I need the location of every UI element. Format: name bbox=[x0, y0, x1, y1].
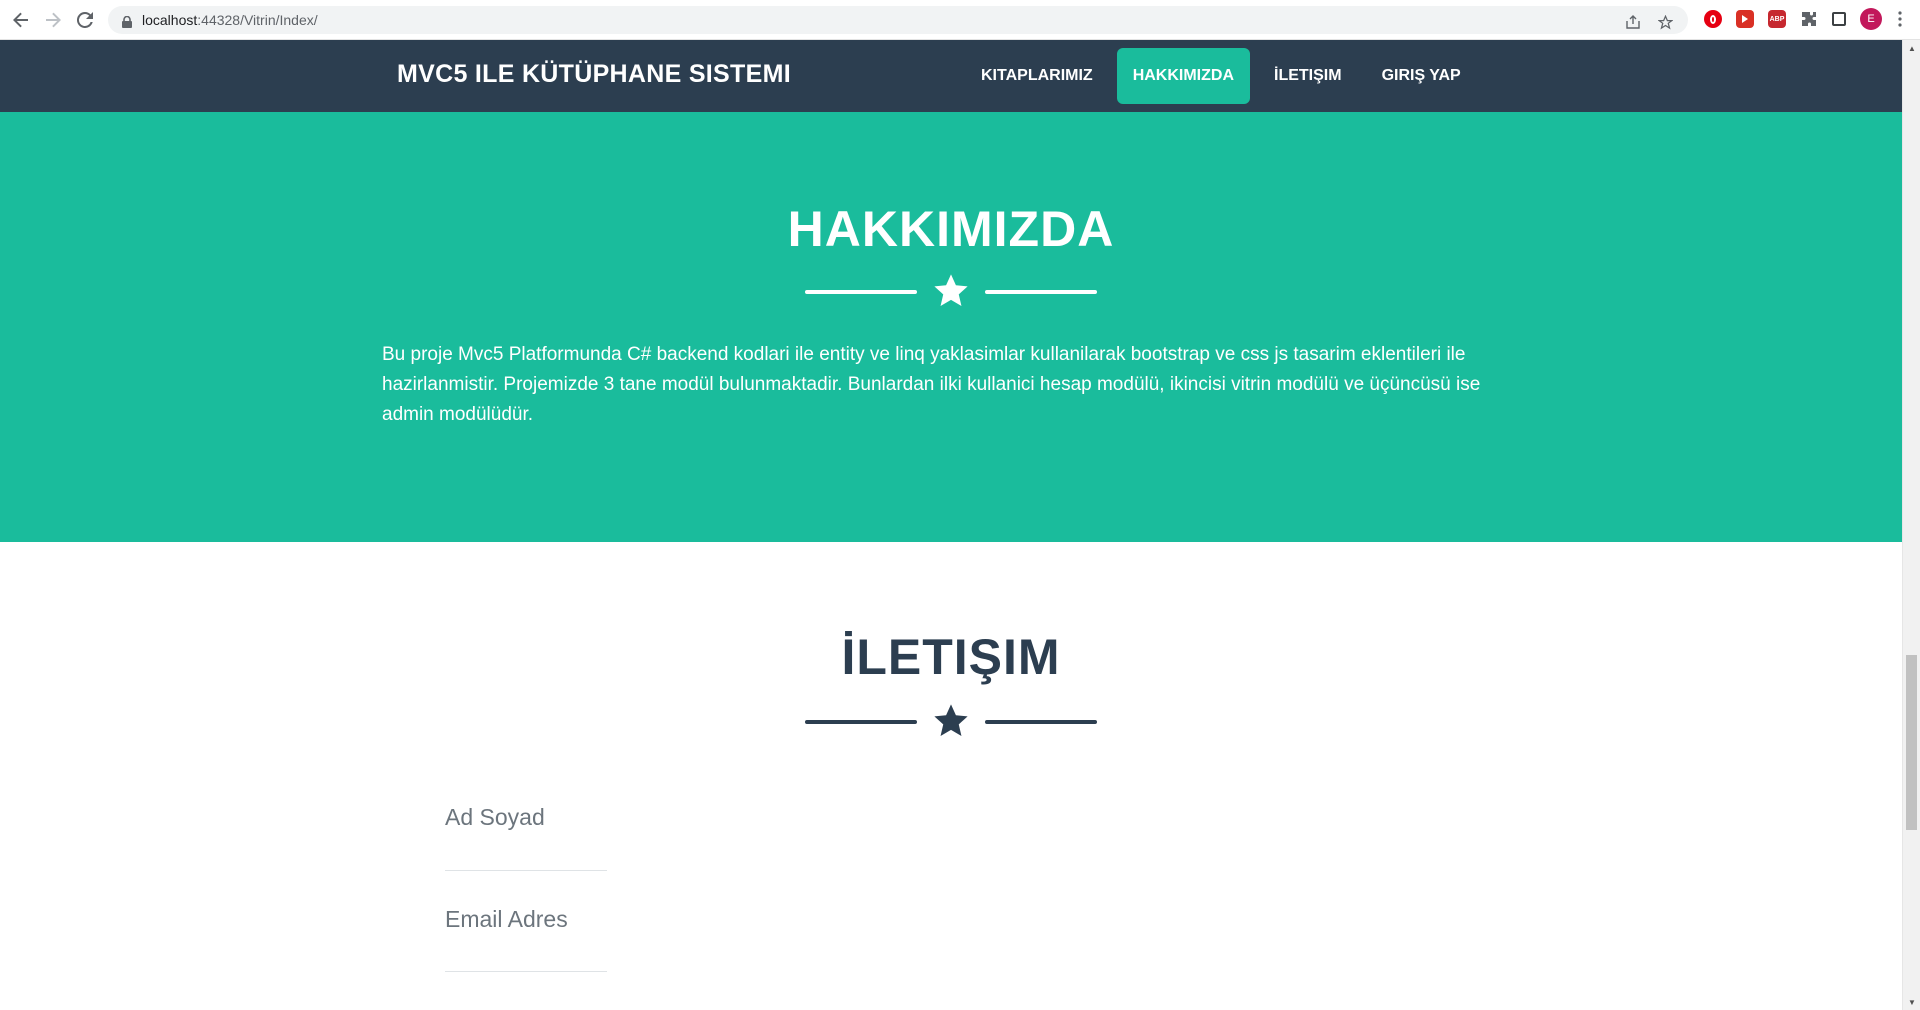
email-field-group bbox=[445, 906, 607, 972]
share-icon[interactable] bbox=[1622, 11, 1644, 33]
divider-line bbox=[805, 720, 917, 724]
divider-line bbox=[985, 720, 1097, 724]
name-field-group bbox=[445, 804, 607, 871]
about-title: HAKKIMIZDA bbox=[787, 201, 1115, 257]
url-host: localhost bbox=[142, 12, 198, 28]
forward-icon[interactable] bbox=[37, 4, 69, 36]
nav-item-kitaplarimiz[interactable]: KITAPLARIMIZ bbox=[965, 48, 1109, 104]
star-icon bbox=[932, 702, 970, 740]
contact-section: İLETIŞIM bbox=[0, 542, 1902, 1010]
scrollbar-thumb[interactable] bbox=[1906, 655, 1917, 830]
adblock-extension-icon[interactable]: ABP bbox=[1768, 10, 1786, 28]
side-panel-icon[interactable] bbox=[1832, 12, 1846, 26]
page-scrollbar[interactable]: ▲ ▼ bbox=[1902, 40, 1920, 1010]
back-icon[interactable] bbox=[5, 4, 37, 36]
name-input[interactable] bbox=[445, 804, 607, 831]
star-icon bbox=[932, 272, 970, 310]
opera-extension-icon[interactable] bbox=[1704, 10, 1722, 28]
address-bar[interactable]: localhost:44328/Vitrin/Index/ bbox=[108, 6, 1688, 34]
profile-avatar[interactable]: E bbox=[1860, 8, 1882, 30]
scroll-down-icon[interactable]: ▼ bbox=[1903, 994, 1920, 1010]
divider-line bbox=[985, 290, 1097, 294]
url-text: localhost:44328/Vitrin/Index/ bbox=[142, 12, 318, 28]
nav-item-iletisim[interactable]: İLETIŞIM bbox=[1258, 48, 1358, 104]
contact-divider bbox=[805, 702, 1097, 742]
reload-icon[interactable] bbox=[69, 4, 101, 36]
extensions-puzzle-icon[interactable] bbox=[1800, 10, 1818, 28]
browser-toolbar: localhost:44328/Vitrin/Index/ ABP E bbox=[0, 0, 1920, 40]
menu-dots-icon[interactable] bbox=[1896, 10, 1904, 28]
contact-title: İLETIŞIM bbox=[841, 629, 1061, 685]
site-navbar: MVC5 ILE KÜTÜPHANE SISTEMI KITAPLARIMIZ … bbox=[0, 40, 1902, 112]
about-divider bbox=[805, 272, 1097, 312]
star-icon[interactable] bbox=[1654, 11, 1676, 33]
about-description: Bu proje Mvc5 Platformunda C# backend ko… bbox=[382, 344, 1481, 425]
record-extension-icon[interactable] bbox=[1736, 10, 1754, 28]
url-path: :44328/Vitrin/Index/ bbox=[197, 12, 318, 28]
divider-line bbox=[805, 290, 917, 294]
email-input[interactable] bbox=[445, 906, 607, 933]
brand-logo-link[interactable]: MVC5 ILE KÜTÜPHANE SISTEMI bbox=[397, 60, 791, 89]
about-section: HAKKIMIZDA Bu proje Mvc5 Platformunda C#… bbox=[0, 112, 1902, 542]
nav-item-hakkimizda[interactable]: HAKKIMIZDA bbox=[1116, 48, 1251, 104]
nav-menu: KITAPLARIMIZ HAKKIMIZDA İLETIŞIM GIRIŞ Y… bbox=[965, 48, 1477, 104]
scroll-up-icon[interactable]: ▲ bbox=[1903, 40, 1920, 56]
lock-icon bbox=[122, 15, 132, 28]
nav-item-giris-yap[interactable]: GIRIŞ YAP bbox=[1366, 48, 1477, 104]
